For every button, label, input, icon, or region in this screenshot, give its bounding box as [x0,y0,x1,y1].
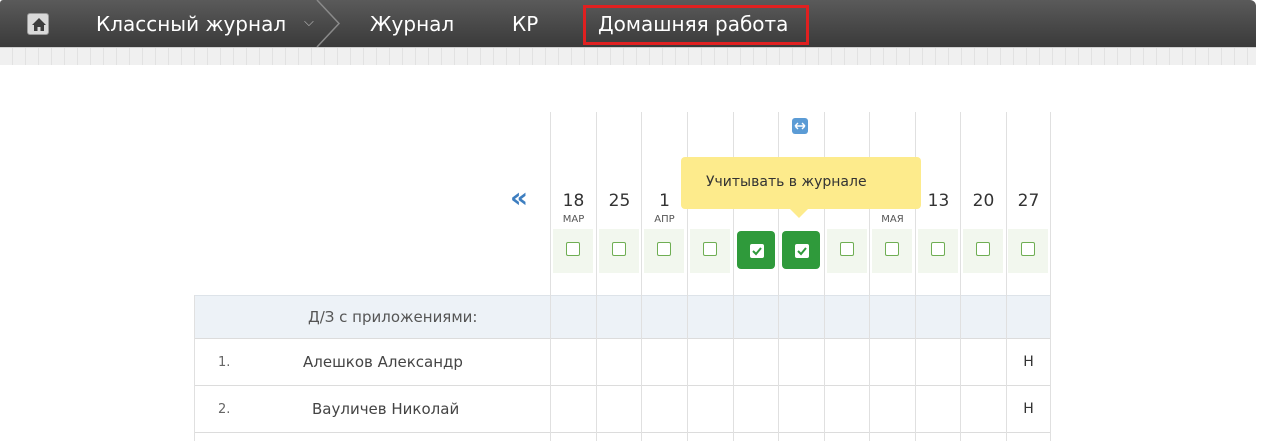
column-line [1050,112,1051,441]
home-icon [32,18,46,31]
student-name[interactable]: Алешков Александр [303,353,463,371]
expand-horizontal-icon[interactable] [792,118,808,134]
grade-cell[interactable]: Н [1006,401,1051,417]
grade-cell[interactable]: Н [1006,354,1051,370]
home-button[interactable] [27,13,49,35]
column-line [550,112,551,441]
row-divider [194,338,1050,339]
count-in-journal-checkbox[interactable] [976,242,990,256]
journal-page: Классный журнал ⌵ Журнал КР Домашняя раб… [0,0,1267,441]
row-divider [194,432,1050,433]
tooltip-text: Учитывать в журнале [706,174,867,190]
count-in-journal-checkbox-checked[interactable] [737,231,775,269]
date-day: 25 [608,191,631,211]
date-month: МАР [562,214,585,225]
column-line [960,112,961,441]
count-in-journal-checkbox[interactable] [566,242,580,256]
count-in-journal-checkbox[interactable] [612,242,626,256]
count-in-journal-checkbox[interactable] [657,242,671,256]
column-line [1006,112,1007,441]
date-month: АПР [654,214,675,225]
date-month: МАЯ [881,214,904,225]
column-line [641,112,642,441]
grid-left-border [194,295,195,441]
nav-class-journal[interactable]: Классный журнал [96,9,286,39]
date-day: 20 [972,191,995,211]
nav-journal[interactable]: Журнал [370,9,454,39]
count-in-journal-checkbox[interactable] [703,242,717,256]
count-in-journal-checkbox[interactable] [885,242,899,256]
checkmark-icon [752,247,762,256]
count-in-journal-checkbox[interactable] [1021,242,1035,256]
count-in-journal-checkbox[interactable] [840,242,854,256]
topbar-divider [0,47,1256,65]
student-number: 1. [218,355,231,370]
nav-homework[interactable]: Домашняя работа [598,9,788,39]
student-number: 2. [218,402,231,417]
breadcrumb-separator-icon [316,0,341,47]
date-day: 13 [927,191,950,211]
top-navigation-bar: Классный журнал ⌵ Журнал КР Домашняя раб… [0,0,1256,47]
count-in-journal-tooltip: Учитывать в журнале [681,157,921,209]
collapse-columns-button[interactable]: « [510,184,528,212]
date-day: 18 [562,191,585,211]
homework-attachments-label: Д/З с приложениями: [308,308,478,326]
checkmark-icon [797,247,807,256]
row-divider [194,385,1050,386]
tooltip-pointer [789,208,809,218]
date-day: 27 [1017,191,1040,211]
nav-kr[interactable]: КР [512,9,538,39]
column-line [596,112,597,441]
student-name[interactable]: Вауличев Николай [312,400,459,418]
double-arrow-icon [794,122,806,130]
count-in-journal-checkbox-checked[interactable] [782,231,820,269]
count-in-journal-checkbox[interactable] [931,242,945,256]
